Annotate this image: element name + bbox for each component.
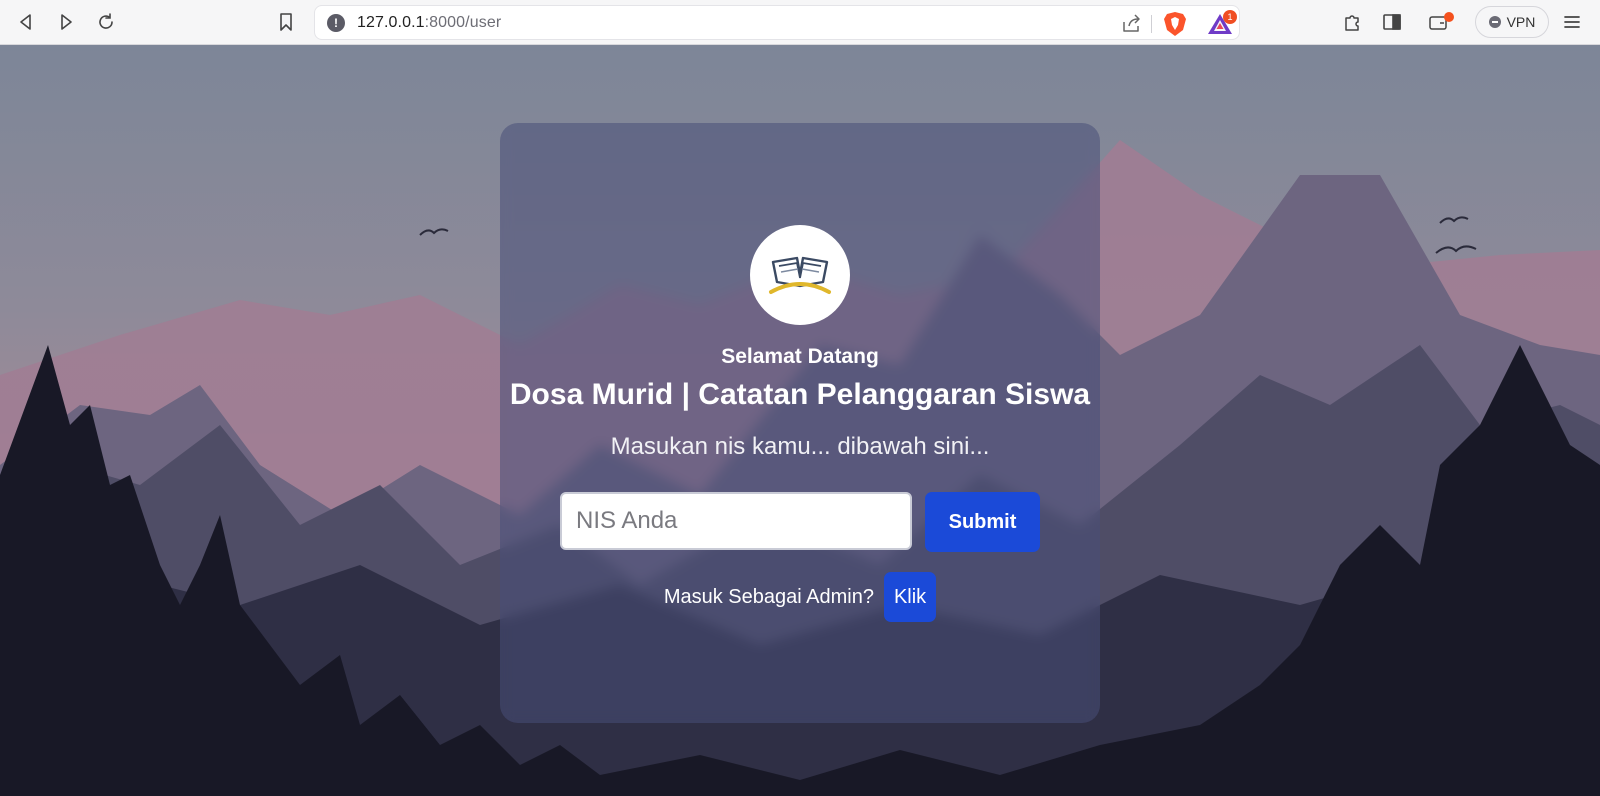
share-icon[interactable] — [1121, 12, 1143, 34]
site-info-icon[interactable]: ! — [327, 14, 345, 32]
welcome-text: Selamat Datang — [721, 345, 879, 368]
menu-icon[interactable] — [1558, 8, 1586, 36]
back-icon[interactable] — [12, 8, 40, 36]
page-title: Dosa Murid | Catatan Pelanggaran Siswa — [509, 378, 1091, 411]
page-content: Selamat Datang Dosa Murid | Catatan Pela… — [0, 45, 1600, 796]
admin-login-row: Masuk Sebagai Admin? Klik — [500, 572, 1100, 622]
brave-shields-icon[interactable] — [1163, 11, 1187, 37]
extensions-icon[interactable] — [1338, 8, 1366, 36]
forward-icon[interactable] — [52, 8, 80, 36]
submit-button[interactable]: Submit — [925, 492, 1040, 552]
reload-icon[interactable] — [92, 8, 120, 36]
url-separator — [1151, 15, 1152, 33]
address-bar[interactable]: ! 127.0.0.1:8000/user 1 — [314, 5, 1240, 40]
url-text[interactable]: 127.0.0.1:8000/user — [357, 14, 501, 32]
open-book-icon — [769, 256, 831, 294]
instruction-text: Masukan nis kamu... dibawah sini... — [610, 433, 990, 460]
vpn-status-icon — [1488, 16, 1501, 28]
admin-login-button[interactable]: Klik — [883, 572, 937, 622]
url-path: :8000/user — [424, 14, 502, 31]
sidebar-icon[interactable] — [1378, 8, 1406, 36]
browser-toolbar: ! 127.0.0.1:8000/user 1 VPN — [0, 0, 1600, 45]
nis-input[interactable] — [560, 492, 912, 550]
rewards-badge: 1 — [1223, 10, 1237, 24]
url-host: 127.0.0.1 — [357, 14, 425, 31]
vpn-label: VPN — [1506, 14, 1536, 30]
admin-prompt-text: Masuk Sebagai Admin? — [663, 585, 874, 608]
vpn-button[interactable]: VPN — [1475, 6, 1549, 38]
bookmark-icon[interactable] — [272, 8, 300, 36]
wallet-badge — [1444, 12, 1454, 22]
login-card: Selamat Datang Dosa Murid | Catatan Pela… — [500, 123, 1100, 723]
school-logo — [750, 225, 850, 325]
